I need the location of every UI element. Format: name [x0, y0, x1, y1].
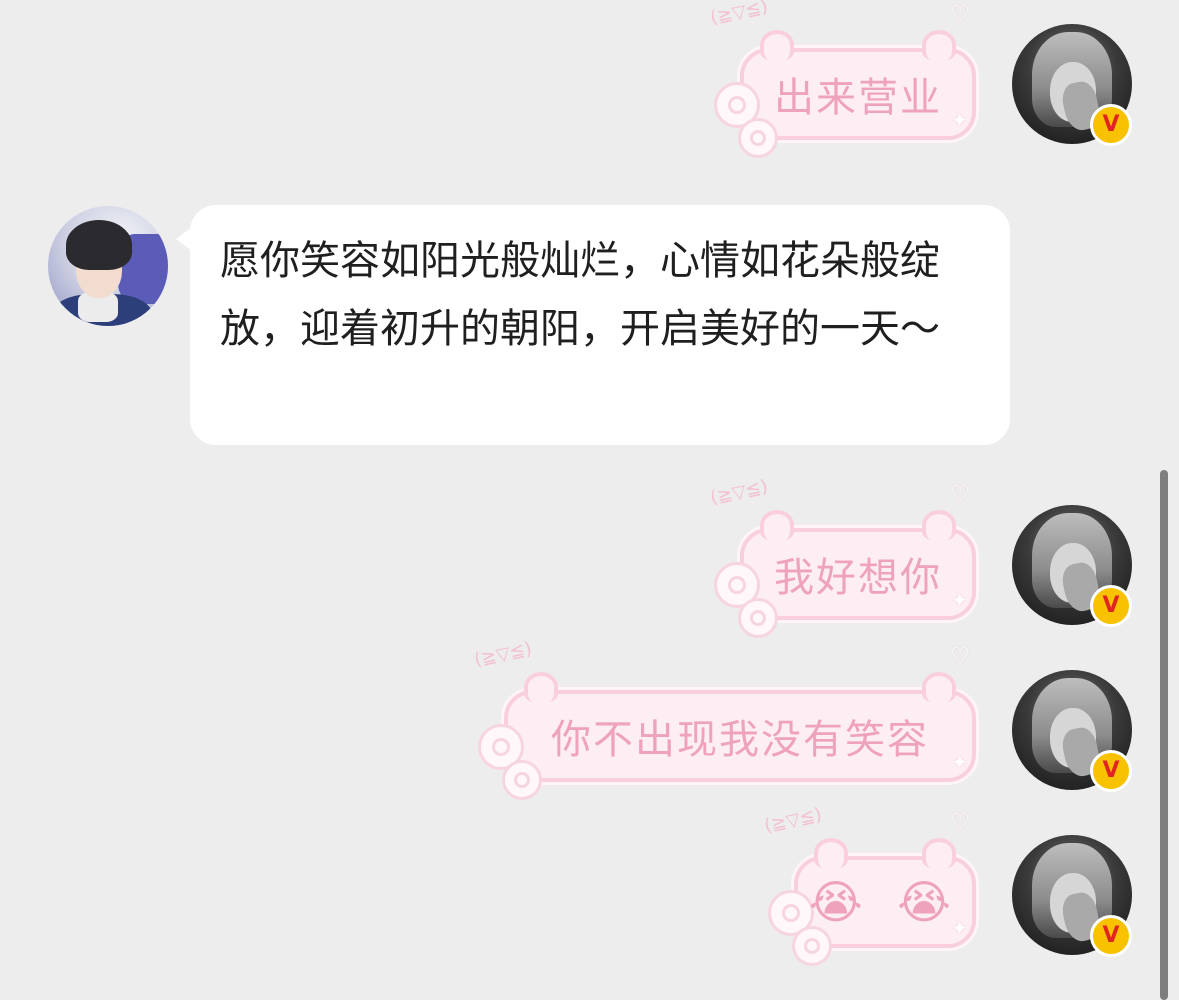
bubble-ear-decoration — [922, 838, 956, 868]
heart-decoration-icon: ♡ — [950, 2, 970, 27]
flower-decoration-icon — [738, 118, 778, 158]
heart-decoration-icon: ♡ — [950, 810, 970, 835]
bubble-ear-decoration — [814, 838, 848, 868]
message-text: 出来营业 — [774, 75, 942, 121]
verified-v-icon: V — [1090, 585, 1132, 627]
sparkle-decoration-icon: ✦ — [951, 916, 968, 940]
bubble-ear-decoration — [760, 510, 794, 540]
sparkle-decoration-icon: ✦ — [951, 588, 968, 612]
verified-v-icon: V — [1090, 750, 1132, 792]
heart-decoration-icon: ♡ — [950, 482, 970, 507]
flower-decoration-icon — [502, 760, 542, 800]
chat-message-list[interactable]: (≧▽≦) ♡ 出来营业 ✦ V 愿你笑容如阳光般灿烂，心情如花朵般绽放，迎着初… — [0, 0, 1179, 997]
bubble-ear-decoration — [760, 30, 794, 60]
message-bubble-self[interactable]: (≧▽≦) ♡ 我好想你 ✦ — [708, 476, 976, 638]
kaomoji-decoration: (≧▽≦) — [708, 476, 770, 509]
message-bubble-self[interactable]: (≧▽≦) ♡ 😭 😭 ✦ — [762, 804, 976, 966]
message-text: 我好想你 — [774, 555, 942, 601]
message-bubble-self[interactable]: (≧▽≦) ♡ 出来营业 ✦ — [708, 0, 976, 158]
kaomoji-decoration: (≧▽≦) — [708, 0, 770, 29]
flower-decoration-icon — [792, 926, 832, 966]
message-bubble-self[interactable]: (≧▽≦) ♡ 你不出现我没有笑容 ✦ — [472, 638, 976, 800]
flower-decoration-icon — [738, 598, 778, 638]
heart-decoration-icon: ♡ — [950, 644, 970, 669]
message-text: 😭 😭 — [808, 875, 962, 929]
contact-avatar[interactable] — [48, 206, 168, 326]
message-text: 你不出现我没有笑容 — [551, 717, 929, 763]
message-bubble-other[interactable]: 愿你笑容如阳光般灿烂，心情如花朵般绽放，迎着初升的朝阳，开启美好的一天～ — [176, 205, 1010, 445]
sparkle-decoration-icon: ✦ — [951, 750, 968, 774]
bubble-ear-decoration — [922, 672, 956, 702]
bubble-ear-decoration — [524, 672, 558, 702]
scrollbar[interactable] — [1160, 470, 1168, 1000]
verified-v-icon: V — [1090, 915, 1132, 957]
sparkle-decoration-icon: ✦ — [951, 108, 968, 132]
bubble-ear-decoration — [922, 510, 956, 540]
message-text: 愿你笑容如阳光般灿烂，心情如花朵般绽放，迎着初升的朝阳，开启美好的一天～ — [220, 238, 940, 352]
kaomoji-decoration: (≧▽≦) — [762, 804, 824, 837]
bubble-ear-decoration — [922, 30, 956, 60]
verified-v-icon: V — [1090, 104, 1132, 146]
kaomoji-decoration: (≧▽≦) — [472, 638, 534, 671]
